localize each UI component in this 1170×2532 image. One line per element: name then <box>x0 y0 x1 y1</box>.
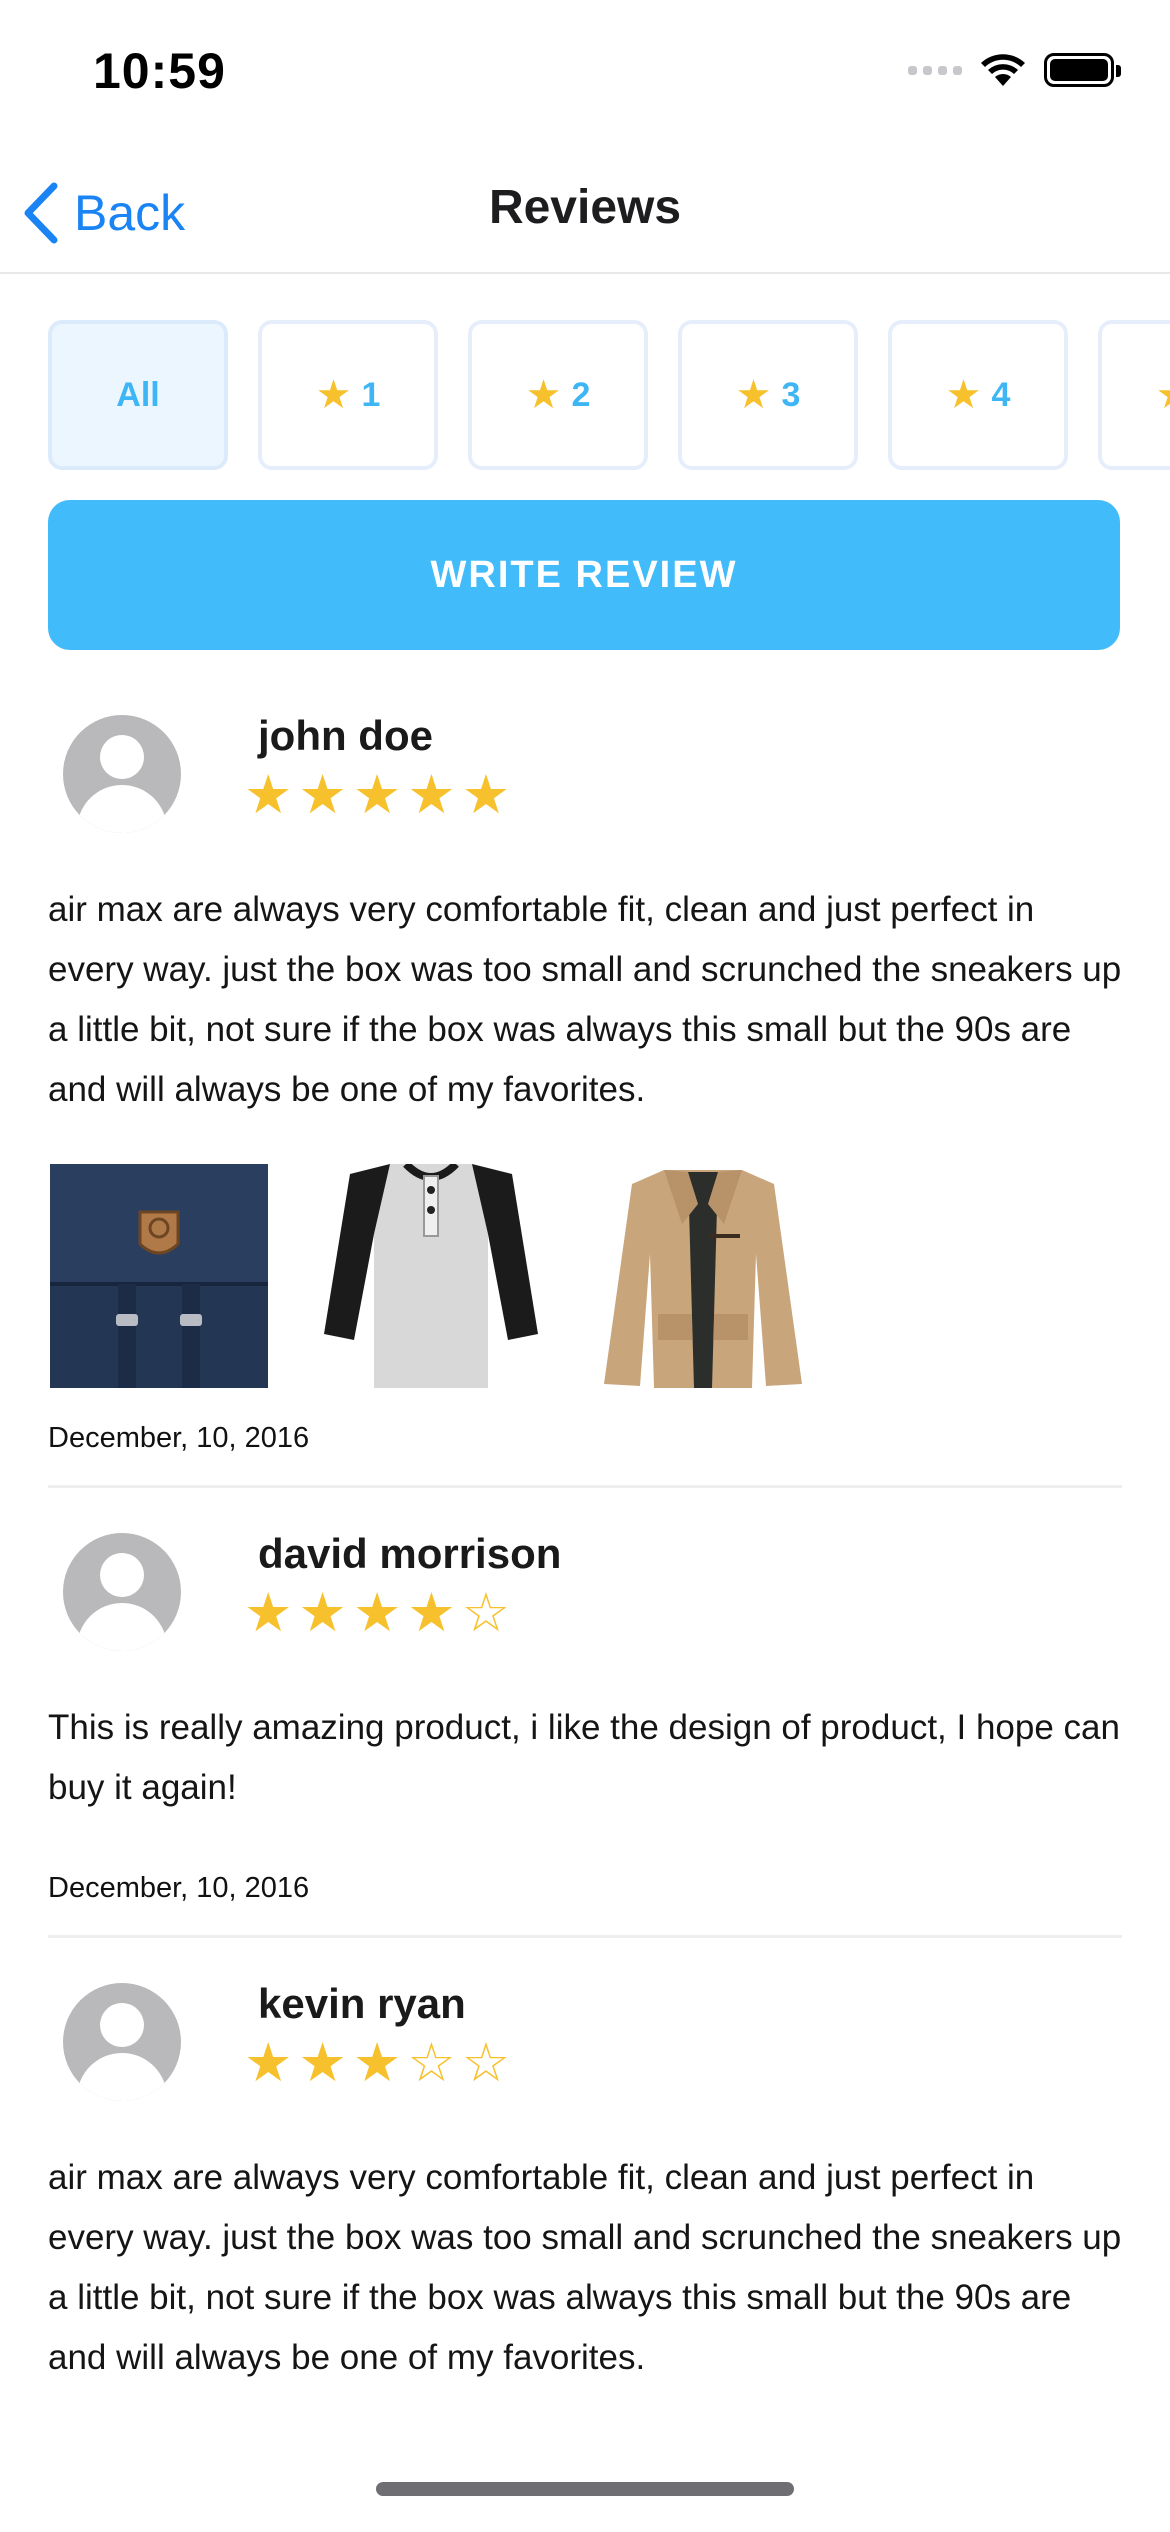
reviewer-name: kevin ryan <box>258 1980 466 2027</box>
review-card: john doe ★ ★ ★ ★ ★ air max are always very com… <box>48 690 1122 1488</box>
star-outline-icon: ☆ <box>461 2033 511 2093</box>
review-text: This is really amazing product, i like t… <box>48 1708 1120 1807</box>
review-header: david morrison ★ ★ ★ ★ ☆ <box>48 1508 1122 1658</box>
star-icon: ★ <box>525 373 562 417</box>
star-filled-icon: ★ <box>298 1583 347 1643</box>
star-icon: ★ <box>1156 375 1170 415</box>
reviewer-name: david morrison <box>258 1530 562 1577</box>
reviewer-name: john doe <box>258 712 433 759</box>
rating-filter-label: All <box>116 375 160 414</box>
star-filled-icon: ★ <box>244 765 293 825</box>
status-bar: 10:59 <box>0 0 1170 150</box>
rating-filter-3[interactable]: ★ 3 <box>678 320 858 470</box>
review-photo-khaki-jacket[interactable] <box>592 1164 814 1388</box>
rating-filter-label: 3 <box>781 375 801 414</box>
review-date: December, 10, 2016 <box>48 1872 310 1904</box>
write-review-button[interactable]: WRITE REVIEW <box>48 500 1120 650</box>
star-filled-icon: ★ <box>244 1583 293 1643</box>
rating-filter-1[interactable]: ★ 1 <box>258 320 438 470</box>
status-time: 10:59 <box>93 43 226 99</box>
star-outline-icon: ☆ <box>461 1583 511 1643</box>
star-filled-icon: ★ <box>298 765 347 825</box>
rating-filter-all[interactable]: All <box>48 320 228 470</box>
rating-filter-label: 1 <box>361 375 381 414</box>
rating-filter-label: 2 <box>571 375 591 414</box>
avatar <box>63 1983 181 2101</box>
review-date: December, 10, 2016 <box>48 1422 310 1454</box>
home-indicator <box>376 2482 794 2496</box>
star-icon: ★ <box>315 373 352 417</box>
avatar <box>63 1533 181 1651</box>
wifi-icon <box>981 54 1025 86</box>
star-icon: ★ <box>735 373 772 417</box>
review-photo-navy-backpack[interactable] <box>48 1164 270 1388</box>
rating-filter-label: 4 <box>991 375 1011 414</box>
review-photo-raglan-tshirt[interactable] <box>320 1164 542 1388</box>
page-title: Reviews <box>488 181 682 234</box>
review-card: kevin ryan ★ ★ ★ ☆ ☆ air max are always very c… <box>48 1958 1122 2422</box>
star-filled-icon: ★ <box>407 1583 456 1643</box>
star-filled-icon: ★ <box>244 2033 293 2093</box>
review-photos <box>48 1164 1122 1388</box>
rating-stars: ★ ★ ★ ★ ★ <box>244 768 510 822</box>
star-filled-icon: ★ <box>407 765 456 825</box>
battery-icon <box>1044 53 1121 87</box>
status-icons <box>908 50 1121 90</box>
star-filled-icon: ★ <box>352 765 402 825</box>
cellular-signal-icon <box>908 65 962 75</box>
review-card: david morrison ★ ★ ★ ★ ☆ This is really amazin… <box>48 1508 1122 1938</box>
star-icon: ★ <box>945 373 982 417</box>
navigation-bar: Back Reviews <box>0 150 1170 274</box>
review-text: air max are always very comfortable fit,… <box>48 2158 1122 2377</box>
rating-filter-4[interactable]: ★ 4 <box>888 320 1068 470</box>
rating-filter-2[interactable]: ★ 2 <box>468 320 648 470</box>
rating-filter-bar: All★1★2★3★4★5 <box>48 320 1170 470</box>
star-filled-icon: ★ <box>352 2033 402 2093</box>
star-filled-icon: ★ <box>298 2033 347 2093</box>
star-outline-icon: ☆ <box>407 2033 456 2093</box>
review-header: kevin ryan ★ ★ ★ ☆ ☆ <box>48 1958 1122 2108</box>
star-filled-icon: ★ <box>461 765 511 825</box>
rating-stars: ★ ★ ★ ☆ ☆ <box>244 2036 510 2090</box>
reviews-list: john doe ★ ★ ★ ★ ★ air max are always very com… <box>0 690 1170 2422</box>
rating-stars: ★ ★ ★ ★ ☆ <box>244 1586 510 1640</box>
rating-filter-5[interactable]: ★5 <box>1098 320 1170 470</box>
avatar <box>63 715 181 833</box>
review-text: air max are always very comfortable fit,… <box>48 890 1122 1109</box>
review-header: john doe ★ ★ ★ ★ ★ <box>48 690 1122 840</box>
star-filled-icon: ★ <box>352 1583 402 1643</box>
